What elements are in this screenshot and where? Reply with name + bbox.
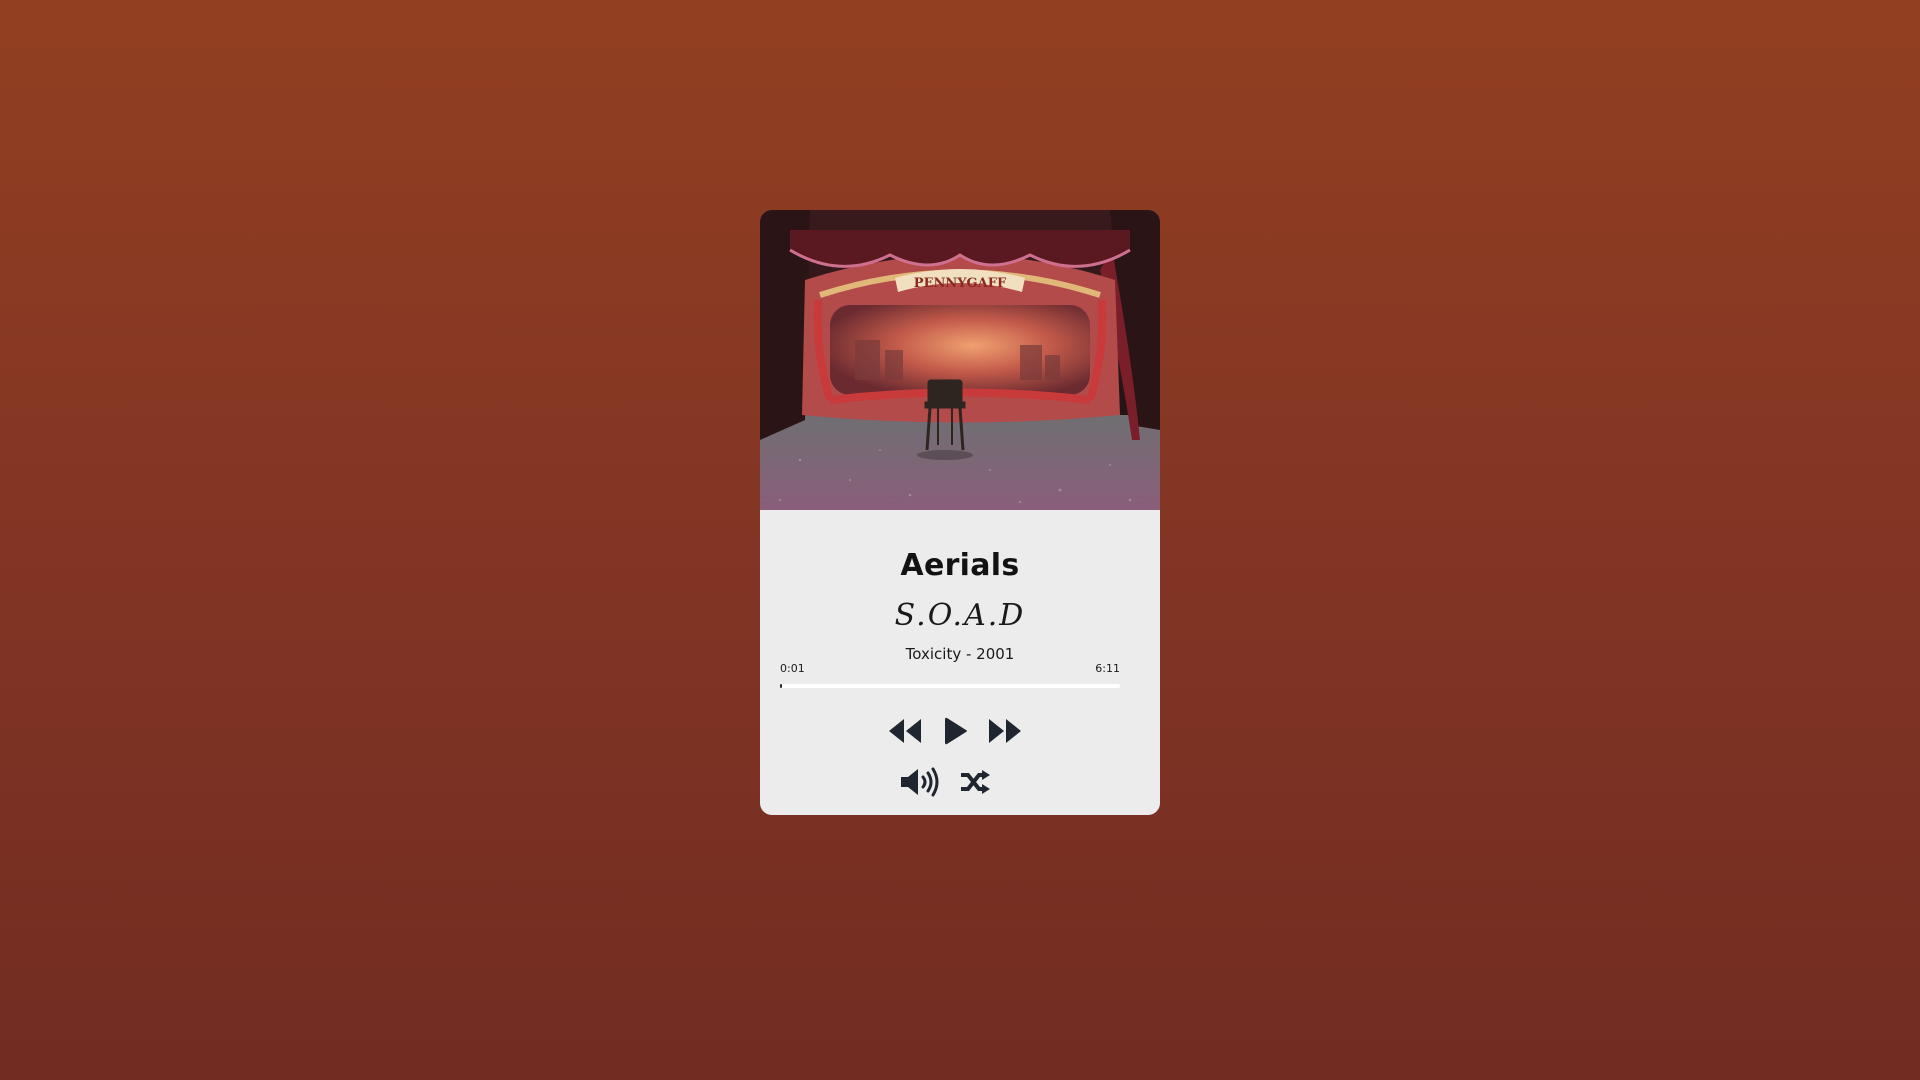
- music-player-card: PENNYGAFF Aerials S.O.A.D Toxicity - 200…: [760, 210, 1160, 815]
- play-button[interactable]: [940, 715, 972, 747]
- artist-name: S.O.A.D: [894, 598, 1026, 633]
- progress-fill: [780, 684, 783, 688]
- album-cover-image: PENNYGAFF: [760, 210, 1160, 510]
- progress-bar[interactable]: [780, 684, 1120, 688]
- volume-button[interactable]: [897, 765, 941, 799]
- rewind-icon: [888, 718, 922, 744]
- current-time: 0:01: [780, 662, 805, 675]
- previous-button[interactable]: [887, 715, 923, 747]
- fast-forward-icon: [988, 718, 1022, 744]
- shuffle-icon: [959, 769, 991, 795]
- track-title: Aerials: [900, 548, 1020, 583]
- shuffle-button[interactable]: [957, 767, 993, 797]
- volume-icon: [899, 767, 939, 797]
- next-button[interactable]: [987, 715, 1023, 747]
- play-icon: [944, 717, 968, 745]
- banner-text: PENNYGAFF: [914, 276, 1007, 291]
- album-year: Toxicity - 2001: [905, 645, 1015, 663]
- track-duration: 6:11: [1095, 662, 1120, 675]
